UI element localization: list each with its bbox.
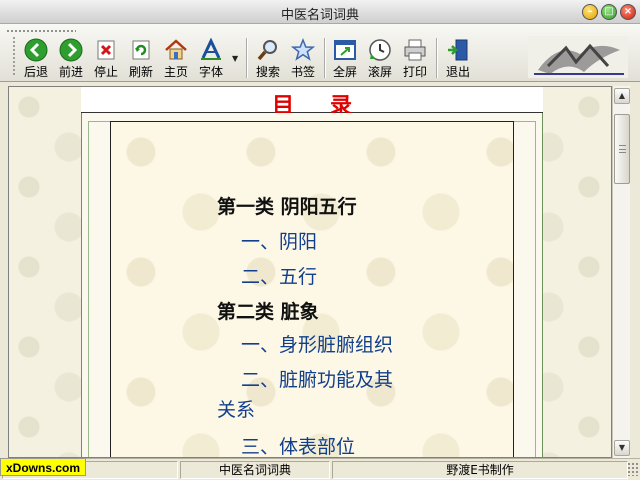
- status-app-title: 中医名词词典: [180, 461, 330, 479]
- stop-button[interactable]: 停止: [88, 38, 124, 80]
- vertical-scrollbar[interactable]: ▲ ▼: [612, 86, 630, 458]
- bookmark-star-icon: [291, 38, 315, 61]
- forward-arrow-icon: [59, 38, 83, 62]
- back-button[interactable]: 后退: [18, 38, 54, 80]
- scroll-down-arrow-icon[interactable]: ▼: [614, 440, 630, 456]
- exit-icon: [448, 39, 468, 61]
- back-label: 后退: [23, 65, 48, 79]
- fullscreen-label: 全屏: [332, 65, 357, 79]
- toc-link[interactable]: 一、身形脏腑组织: [217, 330, 397, 360]
- print-icon: [404, 39, 426, 61]
- status-credit: 野渡E书制作: [332, 461, 628, 479]
- watermark-badge: xDowns.com: [0, 458, 87, 476]
- refresh-label: 刷新: [128, 65, 153, 79]
- toc-category: 第二类 脏象: [217, 301, 319, 323]
- exit-label: 退出: [445, 65, 470, 79]
- toc-link[interactable]: 一、阴阳: [217, 225, 397, 260]
- toolbar-handle[interactable]: [12, 36, 16, 76]
- toc-link[interactable]: 三、体表部位: [217, 430, 397, 457]
- maximize-button[interactable]: □: [601, 4, 617, 20]
- font-dropdown-arrow-icon[interactable]: ▼: [232, 54, 238, 63]
- toolbar-separator: [246, 38, 248, 78]
- autoscroll-label: 滚屏: [367, 65, 392, 79]
- fullscreen-icon: [334, 40, 356, 60]
- font-icon: [201, 38, 221, 60]
- autoscroll-icon: [369, 39, 391, 61]
- scroll-up-arrow-icon[interactable]: ▲: [614, 88, 630, 104]
- bookmark-button[interactable]: 书签: [285, 38, 321, 80]
- toc-heading-box: 目录: [81, 87, 543, 119]
- home-label: 主页: [163, 65, 188, 79]
- search-icon: [257, 40, 277, 61]
- page-frame: 第一类 阴阳五行 一、阴阳 二、五行 第二类 脏象 一、身形脏腑组织 二、脏腑功…: [81, 113, 543, 457]
- font-label: 字体: [198, 65, 223, 79]
- search-button[interactable]: 搜索: [250, 38, 286, 80]
- exit-button[interactable]: 退出: [440, 38, 476, 80]
- back-arrow-icon: [24, 38, 48, 62]
- refresh-button[interactable]: 刷新: [123, 38, 159, 80]
- resize-grip[interactable]: [627, 462, 639, 476]
- toc-link[interactable]: 二、五行: [217, 260, 397, 295]
- scroll-thumb[interactable]: [614, 114, 630, 184]
- content-view[interactable]: 目录 第一类 阴阳五行 一、阴阳 二、五行 第二类 脏象 一、身形脏腑组织 二、…: [8, 86, 612, 458]
- refresh-icon: [132, 40, 150, 60]
- toc-category: 第一类 阴阳五行: [217, 196, 357, 218]
- home-icon: [165, 39, 187, 60]
- toolbar: 后退 前进 停止 刷新 主页 字体 ▼ 搜索 书签 全屏 滚屏 打印 退出: [0, 24, 640, 82]
- window-title: 中医名词词典: [280, 8, 359, 23]
- toc-page: 第一类 阴阳五行 一、阴阳 二、五行 第二类 脏象 一、身形脏腑组织 二、脏腑功…: [110, 121, 514, 457]
- forward-label: 前进: [58, 65, 83, 79]
- toolbar-separator: [436, 38, 438, 78]
- toolbar-grip[interactable]: [6, 29, 76, 33]
- fullscreen-button[interactable]: 全屏: [327, 38, 363, 80]
- print-button[interactable]: 打印: [397, 38, 433, 80]
- close-button[interactable]: ×: [620, 4, 636, 20]
- stop-label: 停止: [93, 65, 118, 79]
- thumb-grip: [619, 145, 626, 153]
- search-label: 搜索: [255, 65, 280, 79]
- title-bar: 中医名词词典 – □ ×: [0, 0, 640, 24]
- app-logo: [528, 36, 628, 78]
- toc-link[interactable]: 二、脏腑功能及其关系: [217, 365, 397, 425]
- status-bar: 完毕 中医名词词典 野渡E书制作: [0, 458, 640, 480]
- toolbar-separator: [324, 38, 326, 78]
- minimize-button[interactable]: –: [582, 4, 598, 20]
- bookmark-label: 书签: [290, 65, 315, 79]
- print-label: 打印: [402, 65, 427, 79]
- table-of-contents: 第一类 阴阳五行 一、阴阳 二、五行 第二类 脏象 一、身形脏腑组织 二、脏腑功…: [217, 190, 397, 457]
- font-button[interactable]: 字体: [193, 38, 229, 80]
- forward-button[interactable]: 前进: [53, 38, 89, 80]
- stop-icon: [97, 40, 115, 60]
- home-button[interactable]: 主页: [158, 38, 194, 80]
- autoscroll-button[interactable]: 滚屏: [362, 38, 398, 80]
